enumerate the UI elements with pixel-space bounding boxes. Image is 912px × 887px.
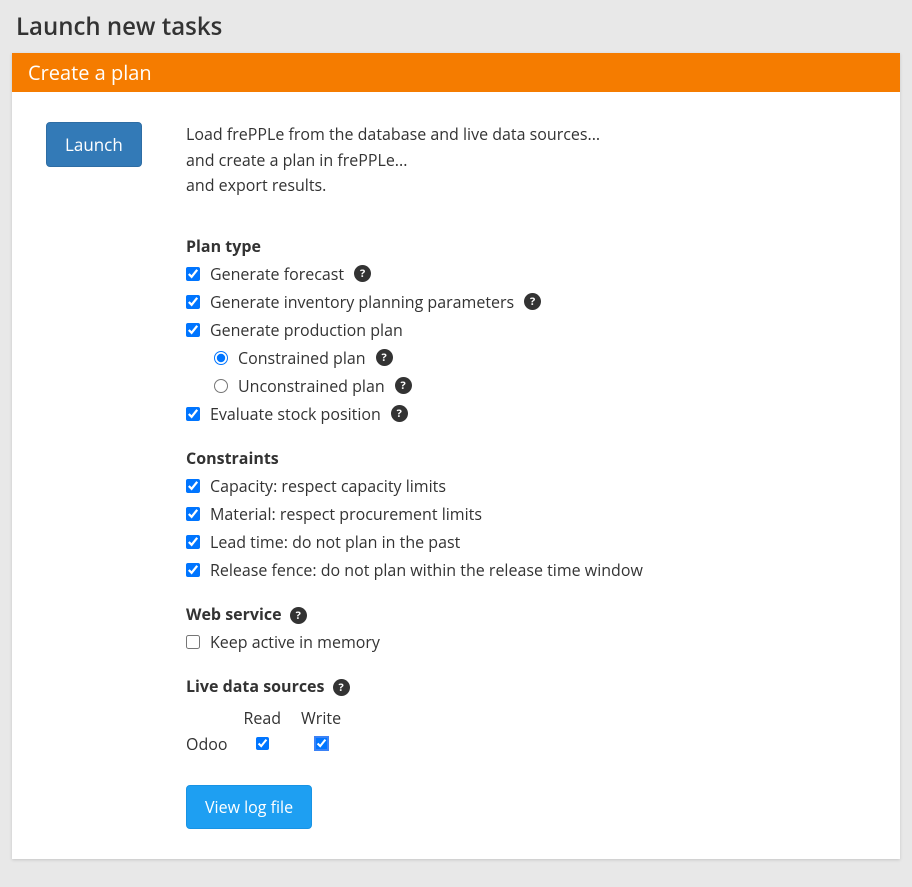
view-log-button[interactable]: View log file bbox=[186, 785, 312, 829]
constrained-plan-label: Constrained plan bbox=[238, 347, 366, 369]
help-icon[interactable]: ? bbox=[354, 265, 371, 282]
release-fence-label: Release fence: do not plan within the re… bbox=[210, 559, 643, 581]
live-data-col-write: Write bbox=[297, 707, 345, 729]
generate-production-label: Generate production plan bbox=[210, 319, 403, 341]
live-data-heading: Live data sources ? bbox=[186, 675, 866, 697]
release-fence-row: Release fence: do not plan within the re… bbox=[186, 559, 866, 581]
material-checkbox[interactable] bbox=[186, 507, 200, 521]
keep-active-checkbox[interactable] bbox=[186, 635, 200, 649]
web-service-heading-text: Web service bbox=[186, 603, 282, 625]
generate-production-row: Generate production plan bbox=[186, 319, 866, 341]
plan-type-heading: Plan type bbox=[186, 235, 866, 257]
unconstrained-plan-label: Unconstrained plan bbox=[238, 375, 385, 397]
capacity-row: Capacity: respect capacity limits bbox=[186, 475, 866, 497]
keep-active-label: Keep active in memory bbox=[210, 631, 380, 653]
unconstrained-plan-radio[interactable] bbox=[214, 379, 228, 393]
generate-forecast-label: Generate forecast bbox=[210, 263, 344, 285]
lead-time-row: Lead time: do not plan in the past bbox=[186, 531, 866, 553]
help-icon[interactable]: ? bbox=[391, 405, 408, 422]
live-data-row-odoo: Odoo bbox=[186, 733, 345, 755]
help-icon[interactable]: ? bbox=[395, 377, 412, 394]
odoo-write-checkbox[interactable] bbox=[315, 737, 328, 750]
constraints-heading: Constraints bbox=[186, 447, 866, 469]
odoo-read-checkbox[interactable] bbox=[256, 737, 269, 750]
page-title: Launch new tasks bbox=[0, 0, 912, 53]
web-service-heading: Web service ? bbox=[186, 603, 866, 625]
lead-time-checkbox[interactable] bbox=[186, 535, 200, 549]
generate-inventory-label: Generate inventory planning parameters bbox=[210, 291, 514, 313]
description-line-1: Load frePPLe from the database and live … bbox=[186, 122, 866, 148]
keep-active-row: Keep active in memory bbox=[186, 631, 866, 653]
live-data-col-read: Read bbox=[239, 707, 285, 729]
description-line-2: and create a plan in frePPLe... bbox=[186, 148, 866, 174]
evaluate-stock-label: Evaluate stock position bbox=[210, 403, 381, 425]
live-data-heading-text: Live data sources bbox=[186, 675, 324, 697]
help-icon[interactable]: ? bbox=[524, 293, 541, 310]
generate-inventory-checkbox[interactable] bbox=[186, 295, 200, 309]
generate-inventory-row: Generate inventory planning parameters ? bbox=[186, 291, 866, 313]
generate-production-checkbox[interactable] bbox=[186, 323, 200, 337]
description-line-3: and export results. bbox=[186, 173, 866, 199]
live-data-row-label: Odoo bbox=[186, 733, 227, 755]
help-icon[interactable]: ? bbox=[290, 607, 307, 624]
evaluate-stock-row: Evaluate stock position ? bbox=[186, 403, 866, 425]
help-icon[interactable]: ? bbox=[333, 679, 350, 696]
material-label: Material: respect procurement limits bbox=[210, 503, 482, 525]
generate-forecast-row: Generate forecast ? bbox=[186, 263, 866, 285]
material-row: Material: respect procurement limits bbox=[186, 503, 866, 525]
live-data-table: Read Write Odoo bbox=[174, 703, 357, 759]
launch-button[interactable]: Launch bbox=[46, 122, 142, 167]
capacity-label: Capacity: respect capacity limits bbox=[210, 475, 446, 497]
generate-forecast-checkbox[interactable] bbox=[186, 267, 200, 281]
lead-time-label: Lead time: do not plan in the past bbox=[210, 531, 460, 553]
help-icon[interactable]: ? bbox=[376, 349, 393, 366]
panel-body: Launch Load frePPLe from the database an… bbox=[12, 92, 900, 859]
constrained-plan-row: Constrained plan ? bbox=[214, 347, 866, 369]
left-column: Launch bbox=[46, 122, 186, 167]
evaluate-stock-checkbox[interactable] bbox=[186, 407, 200, 421]
create-plan-panel: Create a plan Launch Load frePPLe from t… bbox=[12, 53, 900, 859]
unconstrained-plan-row: Unconstrained plan ? bbox=[214, 375, 866, 397]
release-fence-checkbox[interactable] bbox=[186, 563, 200, 577]
panel-header: Create a plan bbox=[12, 53, 900, 92]
right-column: Load frePPLe from the database and live … bbox=[186, 122, 866, 829]
constrained-plan-radio[interactable] bbox=[214, 351, 228, 365]
capacity-checkbox[interactable] bbox=[186, 479, 200, 493]
